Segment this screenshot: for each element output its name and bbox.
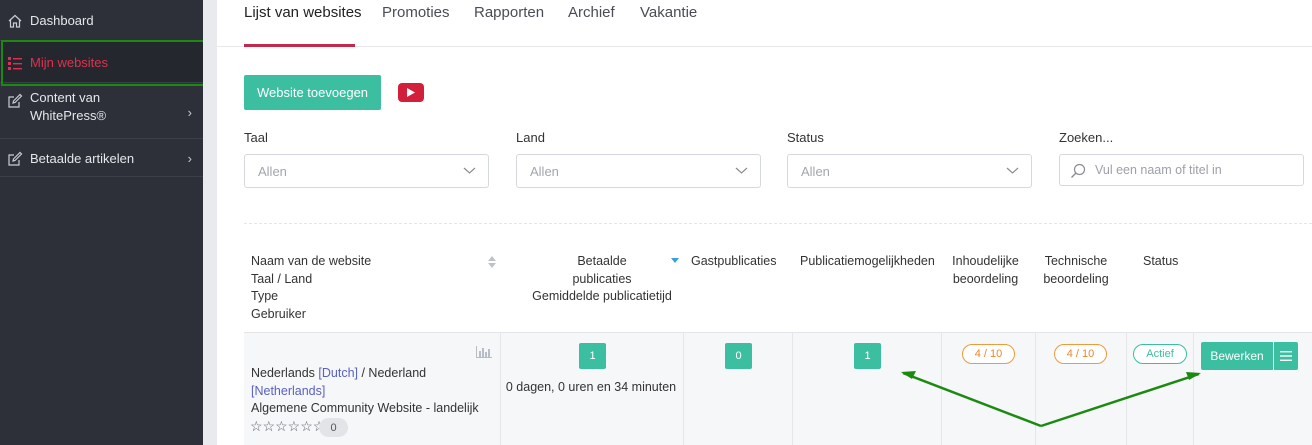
header-line: Type xyxy=(251,289,279,303)
gutter xyxy=(203,0,217,445)
header-line: Naam van de website xyxy=(251,254,372,268)
column-divider xyxy=(941,333,942,445)
tab-promotions[interactable]: Promoties xyxy=(382,4,450,21)
edit-button[interactable]: Bewerken xyxy=(1201,342,1273,370)
tech-review-badge: 4 / 10 xyxy=(1054,344,1107,364)
header-line: Gemiddelde publicatietijd xyxy=(532,289,672,303)
column-header-status[interactable]: Status xyxy=(1143,253,1178,271)
language-code[interactable]: [Dutch] xyxy=(318,366,358,380)
header-line: beoordeling xyxy=(1043,271,1109,286)
average-publication-time: 0 dagen, 0 uren en 34 minuten xyxy=(505,380,677,394)
options-count-badge[interactable]: 1 xyxy=(854,343,881,369)
column-divider xyxy=(683,333,684,445)
country-filter-label: Land xyxy=(516,130,545,145)
paid-count-badge[interactable]: 1 xyxy=(579,343,606,369)
column-header-website[interactable]: Naam van de website Taal / Land Type Geb… xyxy=(251,253,371,323)
sidebar-item-dashboard[interactable]: Dashboard xyxy=(0,0,203,41)
column-header-guest[interactable]: Gastpublicaties xyxy=(691,253,776,271)
language-name: Nederlands xyxy=(251,366,319,380)
divider xyxy=(244,223,1312,224)
rating-stars[interactable]: ☆☆☆☆☆☆ xyxy=(250,418,325,435)
sidebar-item-label-line2: WhitePress® xyxy=(30,108,107,123)
search-label: Zoeken... xyxy=(1059,130,1114,145)
annotation-highlight-box xyxy=(1,40,213,86)
sidebar-item-content[interactable]: Content van WhitePress® › xyxy=(0,83,203,139)
status-select-value: Allen xyxy=(801,164,830,179)
chevron-right-icon: › xyxy=(187,104,192,120)
header-line: beoordeling xyxy=(952,271,1019,286)
column-divider xyxy=(1193,333,1194,445)
home-icon xyxy=(8,14,22,28)
tab-bar: Lijst van websites Promoties Rapporten A… xyxy=(217,0,1312,47)
header-line: Inhoudelijke xyxy=(952,254,1019,268)
content-review-badge: 4 / 10 xyxy=(962,344,1015,364)
sort-descending-icon[interactable] xyxy=(671,258,679,264)
stats-chart-icon[interactable] xyxy=(476,346,492,358)
country-code[interactable]: [Netherlands] xyxy=(251,383,481,401)
search-box[interactable] xyxy=(1059,154,1304,186)
status-badge: Actief xyxy=(1133,344,1187,364)
edit-icon xyxy=(8,93,23,108)
active-tab-indicator xyxy=(244,44,355,47)
status-select[interactable]: Allen xyxy=(787,154,1032,188)
language-filter-label: Taal xyxy=(244,130,268,145)
sidebar-item-label: Betaalde artikelen xyxy=(30,151,135,166)
sidebar-item-label-line1: Content van xyxy=(30,90,101,105)
rating-count-badge: 0 xyxy=(319,418,348,437)
search-input[interactable] xyxy=(1095,161,1295,179)
column-divider xyxy=(1126,333,1127,445)
tab-archive[interactable]: Archief xyxy=(568,4,615,21)
chevron-down-icon xyxy=(463,167,476,174)
status-filter-label: Status xyxy=(787,130,824,145)
header-line: Technische xyxy=(1044,254,1108,268)
chevron-right-icon: › xyxy=(187,150,192,166)
country-select[interactable]: Allen xyxy=(516,154,761,188)
guest-count-badge[interactable]: 0 xyxy=(725,343,752,369)
website-info: Nederlands [Dutch] / Nederland [Netherla… xyxy=(251,365,481,418)
country-name: / Nederland xyxy=(358,366,427,380)
column-header-options[interactable]: Publicatiemogelijkheden xyxy=(800,253,935,271)
tab-vacation[interactable]: Vakantie xyxy=(640,4,697,21)
chevron-down-icon xyxy=(1006,167,1019,174)
search-icon xyxy=(1071,163,1086,178)
tab-reports[interactable]: Rapporten xyxy=(474,4,544,21)
language-country: Nederlands [Dutch] / Nederland xyxy=(251,365,481,383)
add-website-button[interactable]: Website toevoegen xyxy=(244,75,381,110)
header-line: Gebruiker xyxy=(251,306,306,321)
header-line: publicaties xyxy=(572,271,632,286)
header-line: Taal / Land xyxy=(251,271,313,286)
chevron-down-icon xyxy=(735,167,748,174)
column-header-tech-review[interactable]: Technische beoordeling xyxy=(1035,253,1117,288)
language-select[interactable]: Allen xyxy=(244,154,489,188)
language-select-value: Allen xyxy=(258,164,287,179)
sort-icon[interactable] xyxy=(488,256,496,268)
sidebar-item-label: Content van WhitePress® xyxy=(30,89,106,125)
tab-website-list[interactable]: Lijst van websites xyxy=(244,4,362,21)
main-content: Lijst van websites Promoties Rapporten A… xyxy=(217,0,1312,445)
column-header-content-review[interactable]: Inhoudelijke beoordeling xyxy=(943,253,1028,288)
website-type: Algemene Community Website - landelijk xyxy=(251,401,479,415)
sidebar-item-label: Dashboard xyxy=(30,13,94,28)
menu-icon[interactable] xyxy=(1274,342,1298,370)
edit-icon xyxy=(8,151,23,166)
country-select-value: Allen xyxy=(530,164,559,179)
sidebar-item-paid-articles[interactable]: Betaalde artikelen › xyxy=(0,139,203,177)
youtube-icon[interactable] xyxy=(398,83,424,102)
column-divider xyxy=(1035,333,1036,445)
column-divider xyxy=(792,333,793,445)
